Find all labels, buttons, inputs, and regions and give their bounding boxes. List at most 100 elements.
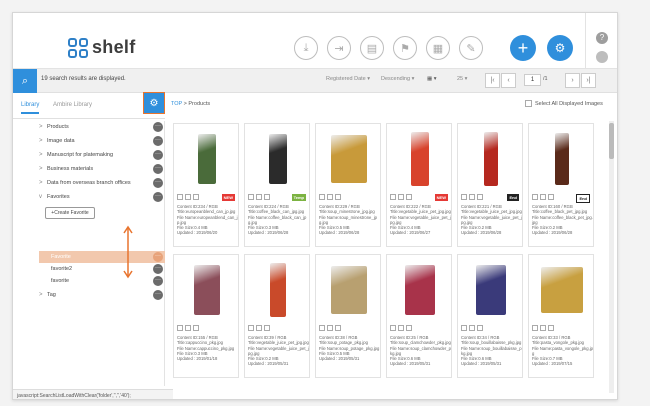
preview-icon[interactable] [327, 325, 333, 331]
search-icon[interactable]: ⌕ [13, 69, 37, 93]
select-all[interactable]: Select All Displayed Images [525, 100, 603, 107]
preview-icon[interactable] [185, 194, 191, 200]
more-icon[interactable]: ··· [153, 164, 163, 174]
select-checkbox[interactable] [532, 194, 538, 200]
asset-thumbnail[interactable] [462, 128, 520, 190]
select-checkbox[interactable] [390, 194, 396, 200]
create-favorite-button[interactable]: + Create Favorite [45, 207, 95, 219]
scrollbar[interactable] [609, 121, 614, 393]
asset-thumbnail[interactable] [462, 259, 520, 321]
asset-thumbnail[interactable] [178, 259, 236, 321]
more-icon[interactable]: ··· [153, 136, 163, 146]
sort-field-select[interactable]: Registered Date ▾ [326, 76, 370, 82]
asset-card[interactable]: Content ID:39 / RGB Title:vegetable_juice… [244, 254, 310, 378]
folder-settings-button[interactable]: ⚙ [143, 92, 165, 114]
link-icon[interactable] [406, 325, 412, 331]
favorite-item-1[interactable]: Favorite ··· [39, 251, 165, 263]
calendar-icon[interactable]: ▦ [426, 36, 450, 60]
link-icon[interactable] [477, 194, 483, 200]
asset-card[interactable]: Content ID:229 / RGB Title:soup_minestron… [315, 123, 381, 247]
more-icon[interactable]: ··· [153, 276, 163, 286]
prev-page-button[interactable]: ‹ [501, 73, 516, 88]
asset-thumbnail[interactable] [249, 259, 307, 321]
more-icon[interactable]: ··· [153, 290, 163, 300]
select-checkbox[interactable] [177, 325, 183, 331]
logo[interactable]: shelf [68, 37, 136, 58]
asset-card[interactable]: NEW Content ID:234 / RGB Title:europeanble… [173, 123, 239, 247]
next-page-button[interactable]: › [565, 73, 580, 88]
select-checkbox[interactable] [390, 325, 396, 331]
tab-library[interactable]: Library [21, 102, 40, 114]
more-icon[interactable]: ··· [153, 122, 163, 132]
avatar[interactable] [596, 51, 608, 63]
more-icon[interactable]: ··· [153, 252, 163, 262]
preview-icon[interactable] [540, 325, 546, 331]
preview-icon[interactable] [256, 325, 262, 331]
link-icon[interactable] [264, 325, 270, 331]
select-checkbox[interactable] [177, 194, 183, 200]
sort-order-select[interactable]: Descending ▾ [381, 76, 414, 82]
download-icon[interactable]: ⤓ [294, 36, 318, 60]
favorite-item-3[interactable]: favorite ··· [39, 275, 165, 287]
asset-thumbnail[interactable] [391, 128, 449, 190]
last-page-button[interactable]: ›| [581, 73, 596, 88]
add-button[interactable]: + [510, 35, 536, 61]
preview-icon[interactable] [469, 325, 475, 331]
preview-icon[interactable] [398, 325, 404, 331]
asset-thumbnail[interactable] [178, 128, 236, 190]
more-icon[interactable]: ··· [153, 150, 163, 160]
sidebar-item-products[interactable]: > Products ··· [39, 121, 165, 133]
asset-card[interactable]: End Content ID:221 / RGB Title:vegetable_j… [457, 123, 523, 247]
asset-card[interactable]: Temp Content ID:224 / RGB Title:coffee_bla… [244, 123, 310, 247]
asset-thumbnail[interactable] [320, 128, 378, 190]
sidebar-item-image-data[interactable]: > Image data ··· [39, 135, 165, 147]
link-icon[interactable] [335, 325, 341, 331]
asset-thumbnail[interactable] [533, 128, 591, 190]
sidebar-item-manuscript[interactable]: > Manuscript for platemaking ··· [39, 149, 165, 161]
asset-card[interactable]: NEW Content ID:222 / RGB Title:vegetable_j… [386, 123, 452, 247]
preview-icon[interactable] [398, 194, 404, 200]
preview-icon[interactable] [185, 325, 191, 331]
tab-ambire-library[interactable]: Ambire Library [53, 102, 92, 108]
select-checkbox[interactable] [461, 325, 467, 331]
sidebar-item-tag[interactable]: > Tag ··· [39, 289, 165, 301]
asset-thumbnail[interactable] [533, 259, 591, 321]
preview-icon[interactable] [469, 194, 475, 200]
more-icon[interactable]: ··· [153, 178, 163, 188]
help-icon[interactable]: ? [596, 32, 608, 44]
asset-card[interactable]: Content ID:34 / RGB Title:soup_bouillabai… [457, 254, 523, 378]
asset-card[interactable]: Content ID:155 / RGB Title:cappuccino_pkg… [173, 254, 239, 378]
user-settings-icon[interactable]: ⚙ [547, 35, 573, 61]
select-checkbox[interactable] [248, 325, 254, 331]
more-icon[interactable]: ··· [153, 264, 163, 274]
more-icon[interactable]: ··· [153, 192, 163, 202]
link-icon[interactable] [548, 194, 554, 200]
select-checkbox[interactable] [319, 194, 325, 200]
sidebar-item-business[interactable]: > Business materials ··· [39, 163, 165, 175]
preview-icon[interactable] [256, 194, 262, 200]
breadcrumb-top[interactable]: TOP [171, 101, 182, 107]
asset-card[interactable]: Content ID:38 / RGB Title:soup_potage_pkg… [315, 254, 381, 378]
per-page-select[interactable]: 25 ▾ [457, 76, 467, 82]
sidebar-item-favorites[interactable]: v Favorites ··· [39, 191, 165, 203]
link-icon[interactable] [335, 194, 341, 200]
scroll-thumb[interactable] [609, 123, 614, 159]
page-input[interactable]: 1 [524, 74, 541, 86]
first-page-button[interactable]: |‹ [485, 73, 500, 88]
link-icon[interactable] [264, 194, 270, 200]
link-icon[interactable] [193, 194, 199, 200]
link-icon[interactable] [406, 194, 412, 200]
asset-thumbnail[interactable] [320, 259, 378, 321]
edit-icon[interactable]: ✎ [459, 36, 483, 60]
select-checkbox[interactable] [461, 194, 467, 200]
document-icon[interactable]: ▤ [360, 36, 384, 60]
select-checkbox[interactable] [248, 194, 254, 200]
asset-card[interactable]: Content ID:25 / RGB Title:soup_clamchowde… [386, 254, 452, 378]
asset-card[interactable]: End Content ID:160 / RGB Title:coffee_blac… [528, 123, 594, 247]
favorite-item-2[interactable]: favorite2 ··· [39, 263, 165, 275]
flag-icon[interactable]: ⚑ [393, 36, 417, 60]
asset-thumbnail[interactable] [249, 128, 307, 190]
preview-icon[interactable] [327, 194, 333, 200]
sidebar-item-overseas[interactable]: > Data from overseas branch offices ··· [39, 177, 165, 189]
preview-icon[interactable] [540, 194, 546, 200]
